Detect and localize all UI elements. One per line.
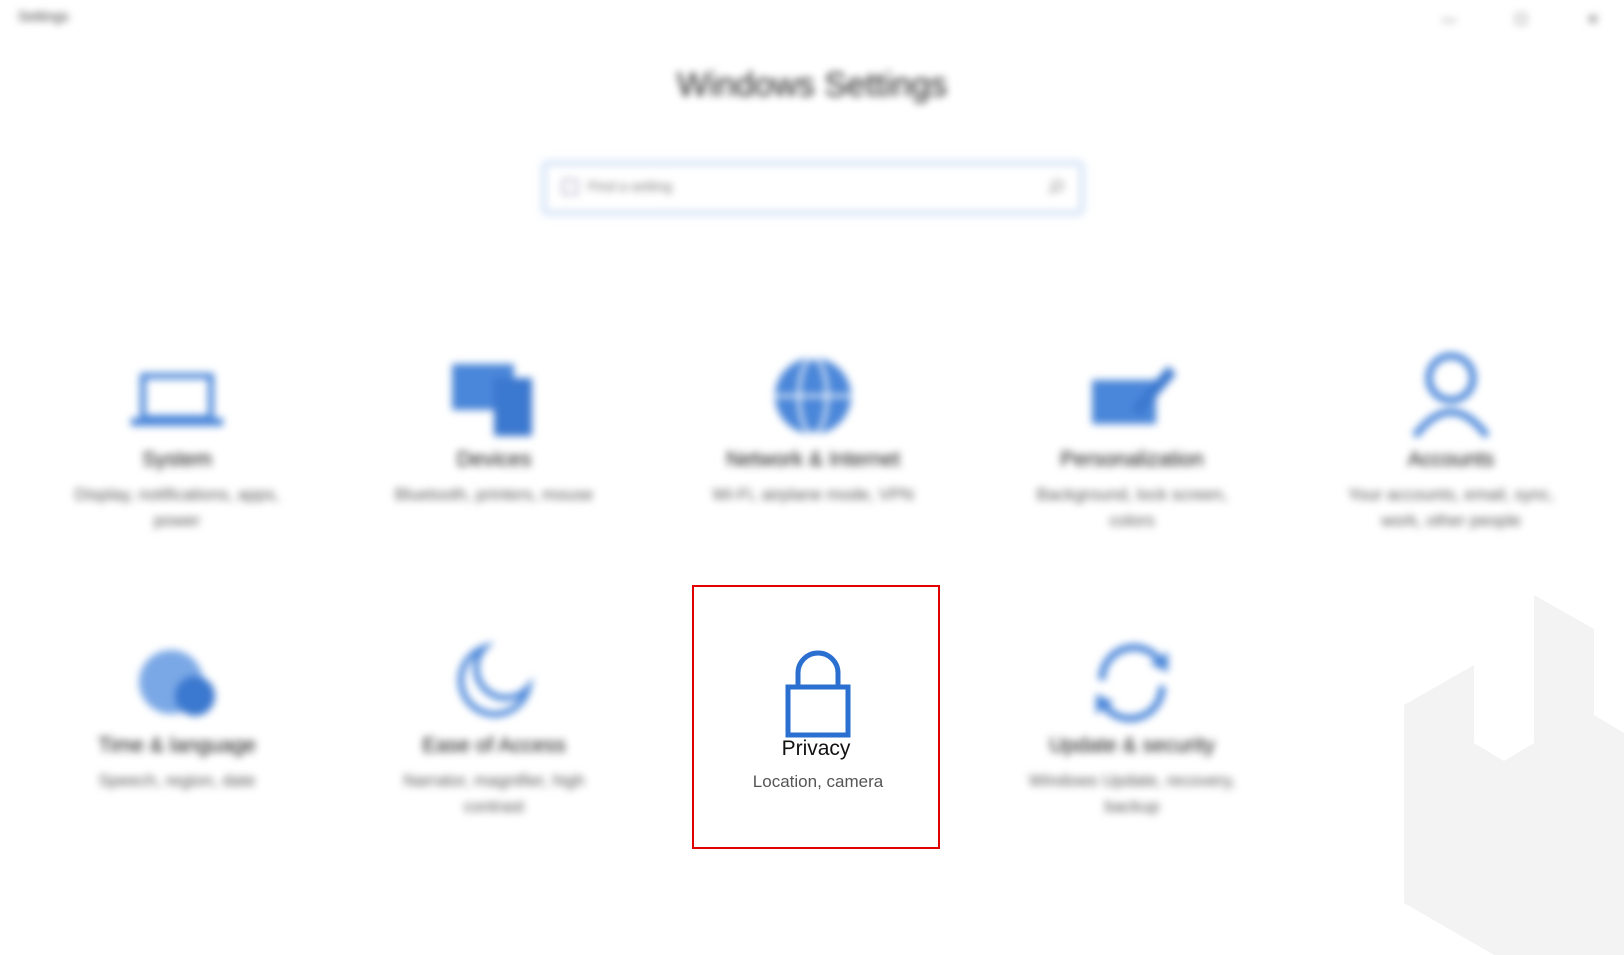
- tile-time-language[interactable]: Time & language Speech, region, date: [42, 584, 312, 846]
- tile-ease-of-access[interactable]: Ease of Access Narrator, magnifier, high…: [359, 584, 629, 846]
- tile-system[interactable]: System Display, notifications, apps, pow…: [42, 298, 312, 560]
- search-box[interactable]: [544, 163, 1082, 213]
- search-input[interactable]: [586, 177, 1010, 195]
- tile-description: Wi-Fi, airplane mode, VPN: [712, 485, 914, 504]
- tile-label: Time & language: [98, 734, 256, 757]
- maximize-button[interactable]: ☐: [1498, 0, 1544, 38]
- tile-devices[interactable]: Devices Bluetooth, printers, mouse: [359, 298, 629, 560]
- devices-icon: [452, 364, 532, 436]
- app-title: Settings: [18, 8, 69, 24]
- tile-label: System: [141, 448, 212, 471]
- tile-description: Bluetooth, printers, mouse: [394, 485, 594, 504]
- paintbrush-icon: [1092, 366, 1176, 424]
- tile-label: Privacy: [781, 737, 851, 760]
- close-icon: ✕: [1587, 10, 1599, 27]
- minimize-icon: —: [1442, 11, 1456, 27]
- tile-description: Narrator, magnifier, high contrast: [403, 771, 585, 816]
- tile-label: Personalization: [1060, 448, 1204, 471]
- ease-of-access-icon: [457, 641, 534, 718]
- tile-label: Update & security: [1049, 734, 1215, 757]
- tile-description: Location, camera: [752, 772, 884, 791]
- time-language-icon: [139, 650, 215, 716]
- close-button[interactable]: ✕: [1570, 0, 1616, 38]
- tile-update-security[interactable]: Update & security Windows Update, recove…: [997, 584, 1267, 846]
- tile-description: Speech, region, date: [98, 771, 256, 790]
- tile-label: Accounts: [1407, 448, 1495, 471]
- search-icon-left: [562, 179, 578, 195]
- laptop-icon: [131, 373, 223, 426]
- minimize-button[interactable]: —: [1426, 0, 1472, 38]
- tile-privacy[interactable]: Privacy Location, camera: [692, 585, 940, 849]
- sync-icon: [1096, 644, 1168, 722]
- person-icon: [1412, 352, 1490, 438]
- tile-description: Your accounts, email, sync, work, other …: [1347, 485, 1555, 530]
- title-bar: Settings — ☐ ✕: [0, 0, 1624, 38]
- tile-label: Devices: [456, 448, 532, 471]
- tile-personalization[interactable]: Personalization Background, lock screen,…: [997, 298, 1267, 560]
- page-title: Windows Settings: [676, 66, 948, 104]
- tile-label: Network & Internet: [726, 448, 900, 471]
- tile-description: Display, notifications, apps, power: [74, 485, 280, 530]
- tile-description: Background, lock screen, colors: [1036, 485, 1228, 530]
- search-icon[interactable]: [1048, 179, 1064, 195]
- globe-icon: [775, 356, 851, 436]
- tile-network-internet[interactable]: Network & Internet Wi-Fi, airplane mode,…: [678, 298, 948, 560]
- watermark-logo: [1404, 595, 1624, 955]
- maximize-icon: ☐: [1514, 10, 1528, 27]
- lock-icon: [785, 650, 851, 738]
- tile-accounts[interactable]: Accounts Your accounts, email, sync, wor…: [1316, 298, 1586, 560]
- tile-label: Ease of Access: [422, 734, 566, 757]
- tile-description: Windows Update, recovery, backup: [1028, 771, 1236, 816]
